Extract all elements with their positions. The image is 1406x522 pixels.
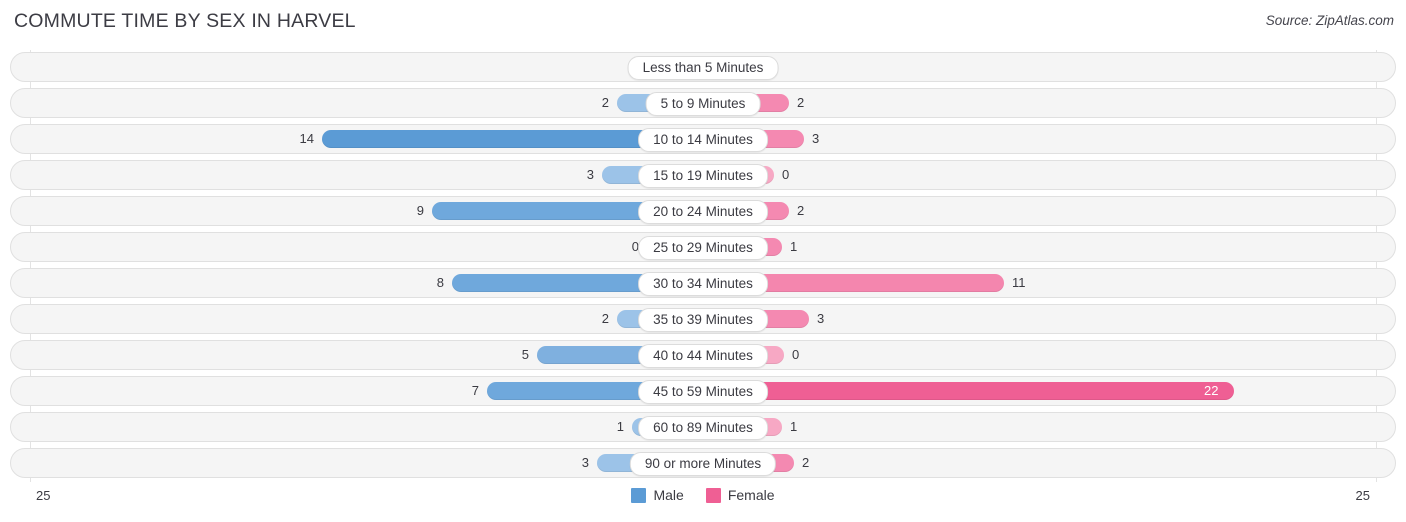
legend-swatch-male (631, 487, 647, 503)
source-attribution: Source: ZipAtlas.com (1265, 13, 1394, 28)
chart-header: COMMUTE TIME BY SEX IN HARVEL Source: Zi… (0, 0, 1406, 42)
value-label-male: 8 (436, 275, 444, 290)
row-bars: 7 22 45 to 59 Minutes (11, 377, 1395, 405)
row-bars: 8 11 30 to 34 Minutes (11, 269, 1395, 297)
category-label: 5 to 9 Minutes (645, 92, 761, 116)
value-label-female: 3 (817, 311, 825, 326)
row-bars: 3 0 15 to 19 Minutes (11, 161, 1395, 189)
row-bars: 0 1 25 to 29 Minutes (11, 233, 1395, 261)
value-label-male: 1 (616, 419, 624, 434)
value-label-female: 0 (792, 347, 800, 362)
legend-item-female[interactable]: Female (705, 487, 775, 503)
value-label-female: 0 (782, 167, 790, 182)
table-row[interactable]: 8 11 30 to 34 Minutes (10, 268, 1396, 298)
row-bars: 00Less than 5 Minutes (11, 53, 1395, 81)
category-label: 30 to 34 Minutes (638, 272, 768, 296)
value-label-male: 2 (601, 95, 609, 110)
chart-footer: 25 25 Male Female (0, 484, 1406, 522)
legend-swatch-female (705, 487, 721, 503)
row-bars: 2 3 35 to 39 Minutes (11, 305, 1395, 333)
legend: Male Female (0, 487, 1406, 503)
commute-time-chart: COMMUTE TIME BY SEX IN HARVEL Source: Zi… (0, 0, 1406, 522)
category-label: 20 to 24 Minutes (638, 200, 768, 224)
page-title: COMMUTE TIME BY SEX IN HARVEL (14, 10, 356, 32)
table-row[interactable]: 5 0 40 to 44 Minutes (10, 340, 1396, 370)
legend-label-female: Female (727, 487, 775, 503)
category-label: 25 to 29 Minutes (638, 236, 768, 260)
row-bars: 2 2 5 to 9 Minutes (11, 89, 1395, 117)
row-bars: 1 1 60 to 89 Minutes (11, 413, 1395, 441)
table-row[interactable]: 00Less than 5 Minutes (10, 52, 1396, 82)
value-label-female: 2 (797, 95, 805, 110)
table-row[interactable]: 2 3 35 to 39 Minutes (10, 304, 1396, 334)
category-label: 10 to 14 Minutes (638, 128, 768, 152)
category-label: 40 to 44 Minutes (638, 344, 768, 368)
value-label-male: 2 (601, 311, 609, 326)
value-label-male: 5 (521, 347, 529, 362)
table-row[interactable]: 3 0 15 to 19 Minutes (10, 160, 1396, 190)
category-label: 45 to 59 Minutes (638, 380, 768, 404)
table-row[interactable]: 3 2 90 or more Minutes (10, 448, 1396, 478)
row-bars: 3 2 90 or more Minutes (11, 449, 1395, 477)
category-label: Less than 5 Minutes (627, 56, 779, 80)
value-label-female: 3 (812, 131, 820, 146)
row-bars: 5 0 40 to 44 Minutes (11, 341, 1395, 369)
table-row[interactable]: 2 2 5 to 9 Minutes (10, 88, 1396, 118)
table-row[interactable]: 7 22 45 to 59 Minutes (10, 376, 1396, 406)
category-label: 15 to 19 Minutes (638, 164, 768, 188)
value-label-female: 2 (802, 455, 810, 470)
value-label-female: 1 (790, 419, 798, 434)
value-label-male: 3 (586, 167, 594, 182)
row-bars: 14 3 10 to 14 Minutes (11, 125, 1395, 153)
value-label-female: 2 (797, 203, 805, 218)
category-label: 90 or more Minutes (629, 452, 777, 476)
value-label-female: 11 (1012, 275, 1026, 290)
legend-label-male: Male (653, 487, 684, 503)
category-label: 35 to 39 Minutes (638, 308, 768, 332)
value-label-female: 1 (790, 239, 798, 254)
value-label-male: 14 (299, 131, 314, 146)
value-label-male: 7 (471, 383, 479, 398)
plot-area: 00Less than 5 Minutes225 to 9 Minutes143… (0, 50, 1406, 484)
value-label-female: 22 (1204, 383, 1219, 398)
bar-female[interactable] (704, 382, 1234, 400)
value-label-male: 3 (581, 455, 589, 470)
legend-item-male[interactable]: Male (631, 487, 684, 503)
table-row[interactable]: 0 1 25 to 29 Minutes (10, 232, 1396, 262)
table-row[interactable]: 14 3 10 to 14 Minutes (10, 124, 1396, 154)
category-label: 60 to 89 Minutes (638, 416, 768, 440)
value-label-male: 9 (416, 203, 424, 218)
table-row[interactable]: 9 2 20 to 24 Minutes (10, 196, 1396, 226)
row-bars: 9 2 20 to 24 Minutes (11, 197, 1395, 225)
table-row[interactable]: 1 1 60 to 89 Minutes (10, 412, 1396, 442)
